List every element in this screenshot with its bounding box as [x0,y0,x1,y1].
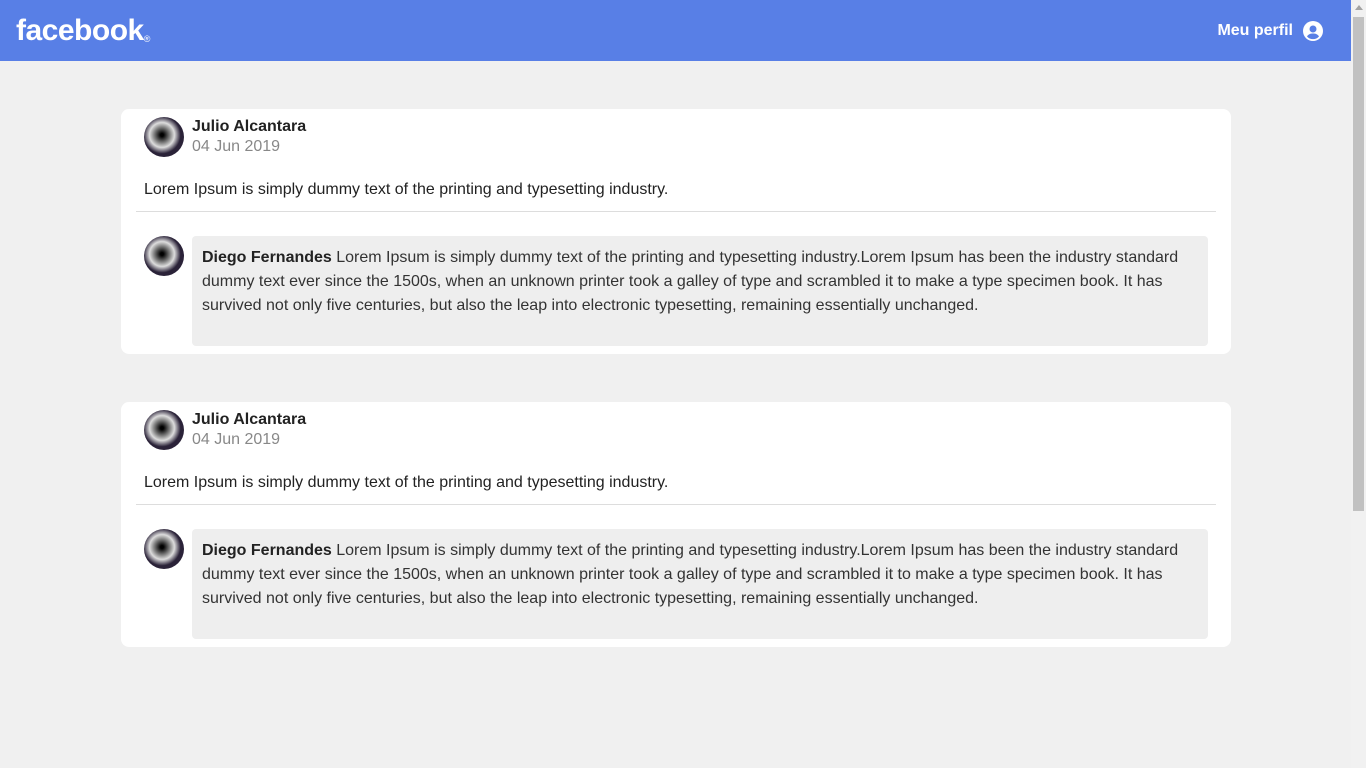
comment-author: Diego Fernandes [202,542,332,559]
logo[interactable]: facebook® [16,14,150,48]
profile-link[interactable]: Meu perfil [1217,20,1323,41]
post-card: Julio Alcantara 04 Jun 2019 Lorem Ipsum i… [121,109,1231,354]
post-author: Julio Alcantara [192,411,307,428]
post-date: 04 Jun 2019 [192,138,281,155]
post-date: 04 Jun 2019 [192,431,281,448]
comment-avatar [144,529,184,569]
divider [136,504,1216,505]
post-content: Lorem Ipsum is simply dummy text of the … [144,474,669,491]
post-content: Lorem Ipsum is simply dummy text of the … [144,181,669,198]
divider [136,211,1216,212]
top-bar: facebook® Meu perfil [0,0,1351,61]
avatar [144,410,184,450]
user-circle-icon [1303,20,1323,41]
scrollbar-thumb[interactable] [1353,17,1364,511]
avatar [144,117,184,157]
registered-mark: ® [143,33,151,44]
comment: Diego Fernandes Lorem Ipsum is simply du… [144,529,1216,639]
post-author: Julio Alcantara [192,118,307,135]
comment-text: Lorem Ipsum is simply dummy text of the … [202,249,1179,314]
profile-label: Meu perfil [1217,21,1293,39]
comment-author: Diego Fernandes [202,249,332,266]
comment-text: Lorem Ipsum is simply dummy text of the … [202,542,1179,607]
comment: Diego Fernandes Lorem Ipsum is simply du… [144,236,1216,346]
post-card: Julio Alcantara 04 Jun 2019 Lorem Ipsum i… [121,402,1231,647]
logo-text: facebook [16,13,144,47]
comment-avatar [144,236,184,276]
scrollbar[interactable] [1351,0,1366,768]
scroll-up-arrow-icon[interactable] [1355,5,1363,10]
